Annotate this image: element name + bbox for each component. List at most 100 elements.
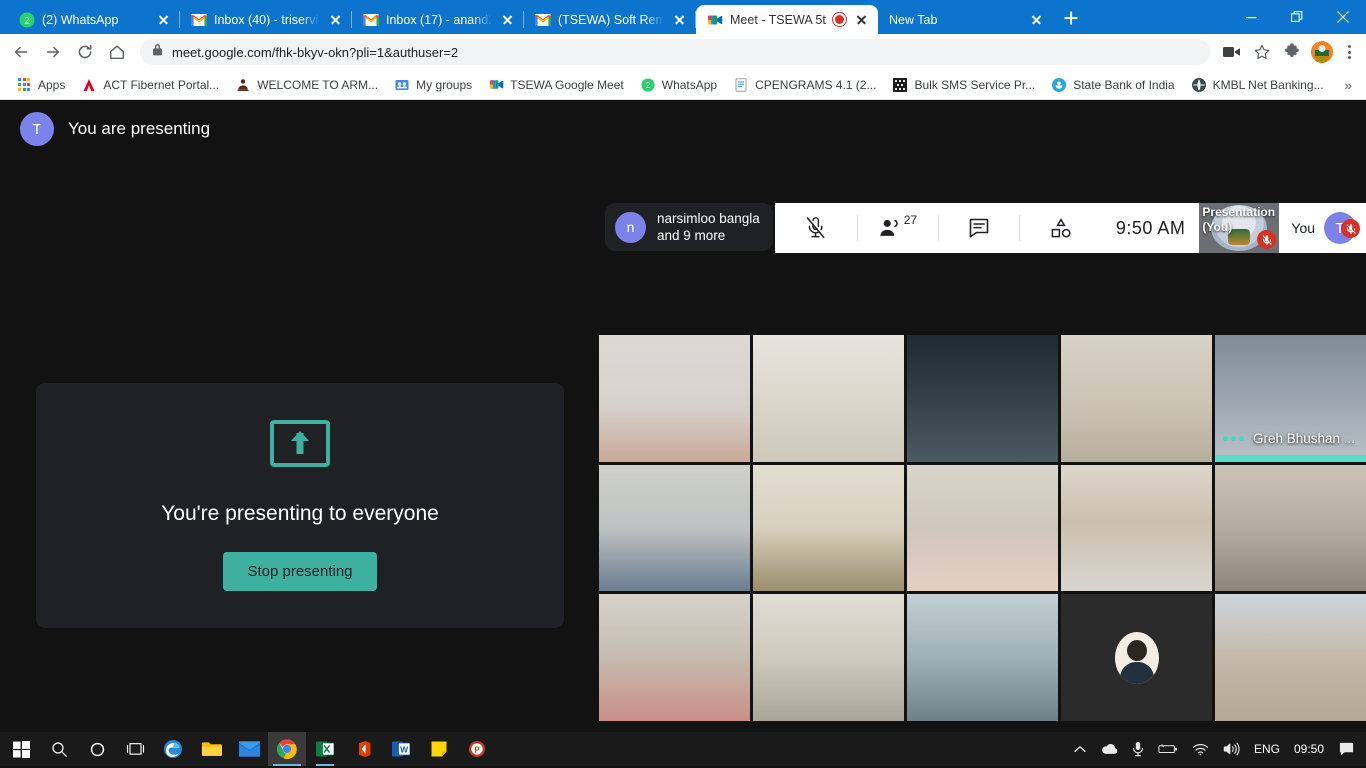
participant-tile[interactable] (1061, 335, 1212, 462)
tab-title: New Tab (889, 12, 938, 27)
chrome-menu-icon[interactable] (1338, 38, 1360, 66)
participant-tile[interactable] (599, 464, 750, 592)
participant-tile[interactable] (753, 594, 904, 721)
extensions-puzzle-icon[interactable] (1278, 38, 1306, 66)
camera-icon[interactable] (1218, 38, 1246, 66)
google-meet-icon (488, 77, 504, 93)
participant-tile[interactable] (907, 335, 1058, 462)
bookmarks-overflow-button[interactable]: » (1338, 77, 1358, 93)
profile-avatar[interactable] (1308, 38, 1336, 66)
bookmark-cpengrams[interactable]: CPENGRAMS 4.1 (2... (725, 73, 884, 97)
keyboard-language[interactable]: ENG (1247, 742, 1287, 756)
volume-icon[interactable] (1216, 732, 1247, 766)
participant-tile[interactable] (753, 464, 904, 592)
close-button[interactable] (1320, 0, 1366, 34)
browser-tab-new-tab[interactable]: New Tab (878, 5, 1053, 34)
participant-tile[interactable] (907, 594, 1058, 721)
participant-tile[interactable]: Greh Bhushan ... (1215, 335, 1366, 462)
excel-button[interactable] (306, 732, 344, 766)
chrome-button[interactable] (268, 732, 306, 766)
office-button[interactable] (344, 732, 382, 766)
participant-tile[interactable] (907, 464, 1058, 592)
presentation-self-tile[interactable]: Presentation (You) (1199, 203, 1280, 253)
bookmark-label: ACT Fibernet Portal... (103, 77, 220, 92)
url-text: meet.google.com/fhk-bkyv-okn?pli=1&authu… (172, 44, 459, 60)
bookmark-my-groups[interactable]: My groups (386, 73, 480, 97)
task-view-button[interactable] (116, 732, 154, 766)
bookmark-star-icon[interactable] (1248, 38, 1276, 66)
svg-text:P: P (474, 745, 480, 754)
tab-strip: 2 (2) WhatsApp Inbox (40) - triservices.… (0, 0, 1228, 34)
browser-tab-inbox-40[interactable]: Inbox (40) - triservices.h (180, 5, 352, 34)
wifi-icon[interactable] (1185, 732, 1216, 766)
reload-button[interactable] (70, 37, 100, 67)
browser-tab-tsewa-reminder[interactable]: (TSEWA) Soft Reminder (524, 5, 696, 34)
bookmark-apps[interactable]: Apps (8, 73, 73, 97)
bookmark-act-fibernet[interactable]: ACT Fibernet Portal... (73, 73, 227, 97)
edge-button[interactable] (154, 732, 192, 766)
browser-tab-google-meet[interactable]: Meet - TSEWA 5th A (696, 5, 878, 34)
battery-icon[interactable] (1151, 732, 1185, 766)
cortana-button[interactable] (78, 732, 116, 766)
bookmark-welcome-to-army[interactable]: WELCOME TO ARM... (227, 73, 386, 97)
self-tile[interactable]: You T (1279, 212, 1366, 244)
close-icon[interactable] (499, 11, 516, 28)
minimize-button[interactable] (1228, 0, 1274, 34)
close-icon[interactable] (1028, 11, 1045, 28)
file-explorer-button[interactable] (192, 732, 230, 766)
close-icon[interactable] (853, 11, 870, 28)
bookmark-tsewa-google-meet[interactable]: TSEWA Google Meet (480, 73, 632, 97)
onedrive-icon[interactable] (1093, 732, 1125, 766)
powerpoint-button[interactable]: P (458, 732, 496, 766)
presenting-banner: T You are presenting (0, 112, 210, 146)
restore-button[interactable] (1274, 0, 1320, 34)
notification-icon[interactable] (1331, 732, 1362, 766)
start-button[interactable] (2, 732, 40, 766)
mic-off-icon[interactable] (775, 203, 857, 253)
bookmark-kmbl-net-banking[interactable]: KMBL Net Banking... (1183, 73, 1332, 97)
bookmark-label: WhatsApp (661, 77, 718, 92)
browser-tab-inbox-17[interactable]: Inbox (17) - anand27.19 (352, 5, 524, 34)
bookmark-state-bank-of-india[interactable]: State Bank of India (1043, 73, 1182, 97)
bookmark-whatsapp[interactable]: 2 WhatsApp (632, 73, 725, 97)
chat-icon[interactable] (939, 203, 1019, 253)
whatsapp-icon: 2 (19, 12, 35, 28)
participant-name-text: Greh Bhushan ... (1253, 430, 1356, 446)
word-button[interactable]: W (382, 732, 420, 766)
search-button[interactable] (40, 732, 78, 766)
participant-tile[interactable] (599, 594, 750, 721)
browser-tab-whatsapp[interactable]: 2 (2) WhatsApp (8, 5, 180, 34)
tab-title: (2) WhatsApp (42, 12, 119, 27)
gmail-icon (535, 12, 551, 28)
participant-tile[interactable] (1061, 594, 1212, 721)
tab-title: Inbox (40) - triservices.h (214, 12, 320, 27)
bookmark-bulk-sms[interactable]: Bulk SMS Service Pr... (884, 73, 1043, 97)
address-bar[interactable]: meet.google.com/fhk-bkyv-okn?pli=1&authu… (140, 39, 1210, 65)
self-label: You (1291, 220, 1316, 236)
participant-tile[interactable] (1215, 594, 1366, 721)
tab-title: Meet - TSEWA 5th A (730, 12, 826, 27)
participant-tile[interactable] (1061, 464, 1212, 592)
stop-presenting-button[interactable]: Stop presenting (223, 552, 377, 591)
participant-tile[interactable] (599, 335, 750, 462)
forward-button[interactable] (38, 37, 68, 67)
activities-icon[interactable] (1020, 203, 1102, 253)
presenting-status-text: You are presenting (68, 119, 211, 138)
participant-tile[interactable] (753, 335, 904, 462)
close-icon[interactable] (327, 11, 344, 28)
new-tab-button[interactable] (1057, 4, 1085, 32)
sticky-notes-button[interactable] (420, 732, 458, 766)
back-button[interactable] (6, 37, 36, 67)
people-icon[interactable]: 27 (858, 203, 938, 253)
microphone-icon[interactable] (1125, 732, 1151, 766)
taskbar-clock[interactable]: 09:50 (1287, 742, 1331, 756)
participant-tile[interactable] (1215, 464, 1366, 592)
present-screen-icon (270, 420, 330, 467)
close-icon[interactable] (155, 11, 172, 28)
show-hidden-icons-chevron[interactable] (1067, 732, 1093, 766)
svg-text:2: 2 (24, 15, 29, 25)
kotak-icon (1191, 77, 1207, 93)
close-icon[interactable] (671, 11, 688, 28)
home-button[interactable] (102, 37, 132, 67)
mail-button[interactable] (230, 732, 268, 766)
